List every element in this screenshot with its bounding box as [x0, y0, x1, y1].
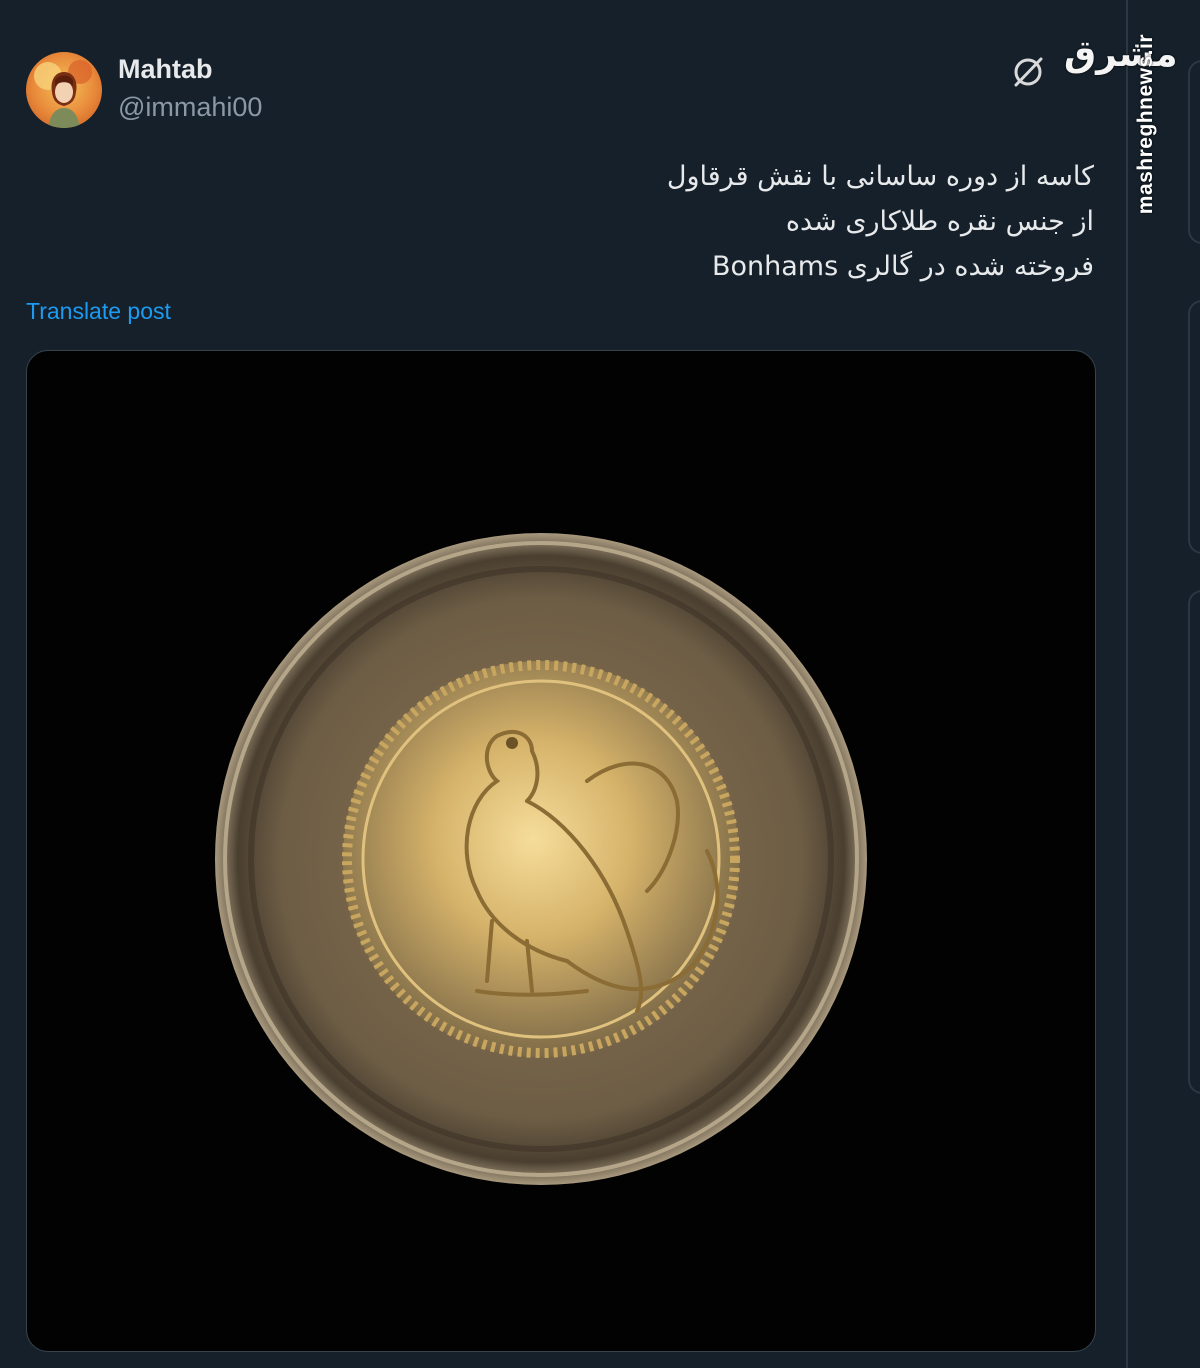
watermark-url: mashreghnews.ir — [1134, 34, 1157, 215]
bowl-photo — [215, 533, 867, 1185]
translate-post-link[interactable]: Translate post — [26, 298, 171, 325]
tweet-line: کاسه از دوره ساسانی با نقش قرقاول — [666, 161, 1094, 192]
tweet-line: فروخته شده در گالری Bonhams — [711, 251, 1094, 282]
rail-panel-edge — [1188, 300, 1200, 554]
avatar-illustration-icon — [34, 60, 92, 128]
tweet-line: از جنس نقره طلاکاری شده — [785, 206, 1094, 237]
grok-icon[interactable] — [1010, 54, 1046, 90]
rail-panel-edge — [1188, 60, 1200, 244]
user-handle[interactable]: @immahi00 — [118, 92, 262, 123]
tweet-media-photo[interactable] — [26, 350, 1096, 1352]
watermark-logo: مشرق — [1064, 34, 1178, 75]
rail-panel-edge — [1188, 590, 1200, 1094]
avatar[interactable] — [26, 52, 102, 128]
display-name[interactable]: Mahtab — [118, 54, 213, 85]
tweet-text: کاسه از دوره ساسانی با نقش قرقاول از جنس… — [394, 154, 1094, 289]
